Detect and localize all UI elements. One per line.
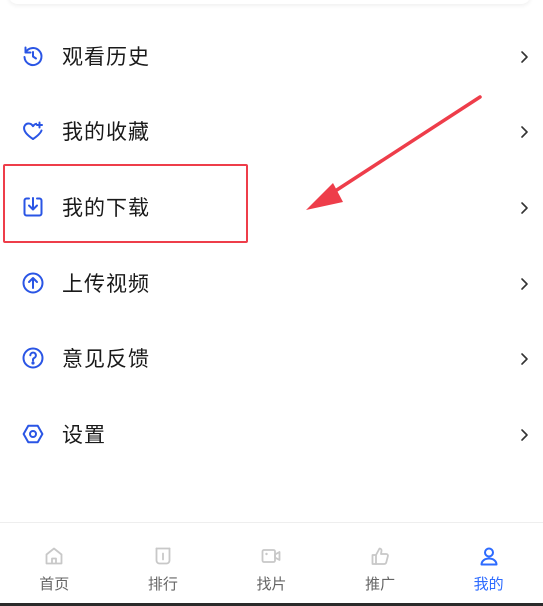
tab-label-mine: 我的 bbox=[473, 575, 504, 593]
top-card-edge bbox=[8, 0, 531, 4]
home-icon bbox=[43, 545, 65, 567]
thumbs-up-icon bbox=[369, 545, 391, 567]
menu-item-settings[interactable]: 设置 bbox=[0, 396, 543, 472]
menu-label-favorites: 我的收藏 bbox=[62, 120, 150, 145]
settings-icon bbox=[21, 422, 45, 446]
menu-label-settings: 设置 bbox=[62, 422, 106, 447]
history-icon bbox=[21, 44, 45, 68]
download-icon bbox=[21, 195, 45, 219]
chevron-right-icon bbox=[519, 200, 531, 214]
menu-label-feedback: 意见反馈 bbox=[62, 347, 150, 372]
menu-item-upload[interactable]: 上传视频 bbox=[0, 245, 543, 321]
menu-item-history[interactable]: 观看历史 bbox=[0, 18, 543, 94]
tab-mine[interactable]: 我的 bbox=[434, 523, 543, 606]
user-icon bbox=[478, 545, 500, 567]
menu-label-upload: 上传视频 bbox=[62, 271, 150, 296]
chevron-right-icon bbox=[519, 351, 531, 365]
menu-list: 观看历史 我的收藏 我的下载 上传视频 意见反馈 设置 bbox=[0, 18, 543, 472]
upload-icon bbox=[21, 271, 45, 295]
tab-label-promote: 推广 bbox=[365, 575, 396, 593]
tab-home[interactable]: 首页 bbox=[0, 523, 109, 606]
chevron-right-icon bbox=[519, 427, 531, 441]
tab-ranking[interactable]: 排行 bbox=[109, 523, 218, 606]
chevron-right-icon bbox=[519, 124, 531, 139]
tab-find[interactable]: 找片 bbox=[217, 523, 326, 606]
bottom-tab-bar: 首页 排行 找片 推广 我的 bbox=[0, 523, 543, 606]
tab-label-find: 找片 bbox=[256, 575, 287, 593]
tab-label-home: 首页 bbox=[39, 575, 70, 593]
menu-item-downloads[interactable]: 我的下载 bbox=[0, 169, 543, 245]
profile-page: 观看历史 我的收藏 我的下载 上传视频 意见反馈 设置 首页 排行 找片 推广 … bbox=[0, 0, 543, 606]
chevron-right-icon bbox=[519, 276, 531, 290]
menu-item-favorites[interactable]: 我的收藏 bbox=[0, 94, 543, 170]
tab-label-ranking: 排行 bbox=[147, 575, 178, 593]
chevron-right-icon bbox=[519, 49, 531, 63]
tab-promote[interactable]: 推广 bbox=[326, 523, 435, 606]
help-icon bbox=[21, 346, 45, 370]
video-camera-icon bbox=[260, 545, 282, 567]
menu-label-downloads: 我的下载 bbox=[62, 195, 150, 220]
ranking-icon bbox=[152, 545, 174, 567]
menu-item-feedback[interactable]: 意见反馈 bbox=[0, 320, 543, 396]
heart-icon bbox=[21, 119, 45, 143]
menu-label-history: 观看历史 bbox=[62, 44, 150, 69]
